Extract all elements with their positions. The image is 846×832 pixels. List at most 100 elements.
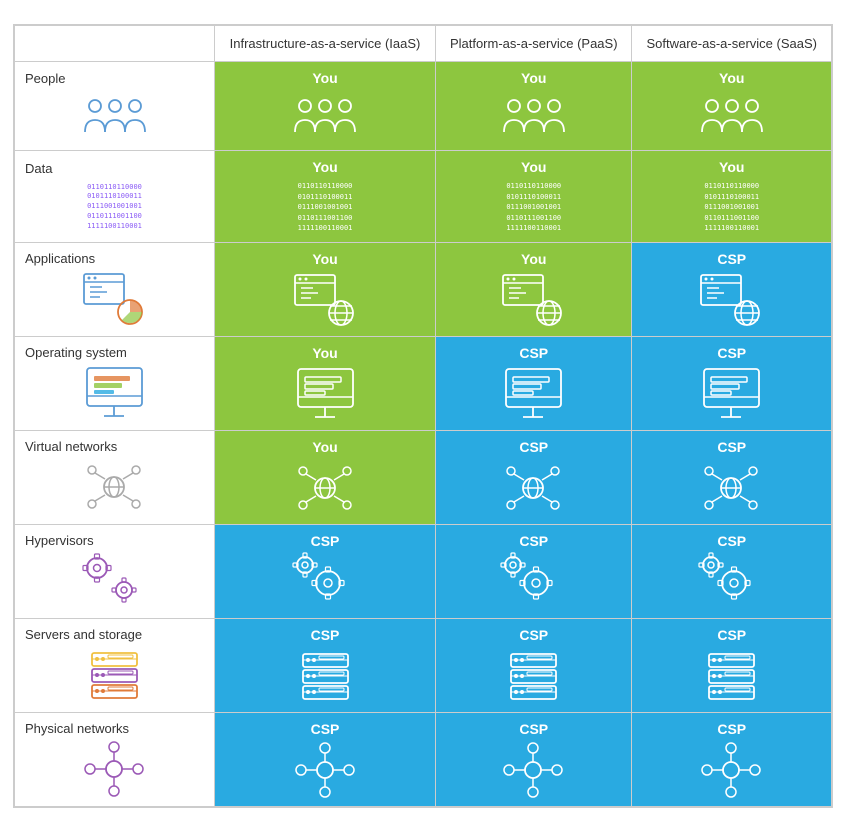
cell-badge: CSP [219, 533, 431, 549]
cell-people-col2: You [632, 62, 832, 151]
cell-icon [440, 461, 627, 516]
cell-badge: CSP [636, 533, 827, 549]
cell-badge: CSP [440, 627, 627, 643]
cell-badge: You [219, 251, 431, 267]
cell-icon [440, 555, 627, 610]
row-label-text: People [25, 71, 204, 86]
comparison-table: Infrastructure-as-a-service (IaaS) Platf… [13, 24, 833, 808]
cell-icon [636, 367, 827, 422]
row-label-people: People [15, 62, 215, 151]
header-saas: Software-as-a-service (SaaS) [632, 26, 832, 62]
cell-badge: CSP [636, 439, 827, 455]
cell-pnet-col2: CSP [632, 712, 832, 806]
cell-vnet-col1: CSP [436, 430, 632, 524]
row-label-icon [25, 366, 204, 421]
cell-icon [219, 461, 431, 516]
row-label-icon [25, 272, 204, 327]
cell-icon [636, 743, 827, 798]
cell-badge: You [219, 159, 431, 175]
header-iaas: Infrastructure-as-a-service (IaaS) [215, 26, 436, 62]
row-label-icon [25, 460, 204, 515]
cell-badge: You [219, 439, 431, 455]
cell-data-col1: You 011011011000001011101000110111001001… [436, 151, 632, 243]
cell-icon [219, 273, 431, 328]
cell-pnet-col0: CSP [215, 712, 436, 806]
cell-os-col1: CSP [436, 336, 632, 430]
cell-badge: CSP [636, 251, 827, 267]
cell-icon [636, 273, 827, 328]
cell-data-col2: You 011011011000001011101000110111001001… [632, 151, 832, 243]
cell-vnet-col0: You [215, 430, 436, 524]
row-label-text: Virtual networks [25, 439, 204, 454]
cell-badge: You [636, 70, 827, 86]
header-row-label [15, 26, 215, 62]
cell-hypervisors-col2: CSP [632, 524, 832, 618]
cell-icon [636, 649, 827, 704]
row-label-text: Operating system [25, 345, 204, 360]
cell-applications-col1: You [436, 242, 632, 336]
row-label-pnet: Physical networks [15, 712, 215, 806]
cell-badge: You [440, 251, 627, 267]
cell-hypervisors-col1: CSP [436, 524, 632, 618]
cell-os-col0: You [215, 336, 436, 430]
cell-badge: You [219, 345, 431, 361]
cell-applications-col0: You [215, 242, 436, 336]
cell-badge: CSP [440, 533, 627, 549]
cell-icon [219, 743, 431, 798]
cell-icon [440, 92, 627, 142]
row-label-icon: 0110110110000010111010001101110010010010… [25, 182, 204, 232]
row-label-icon [25, 554, 204, 609]
cell-icon [440, 743, 627, 798]
cell-icon [636, 555, 827, 610]
cell-badge: You [219, 70, 431, 86]
row-label-text: Hypervisors [25, 533, 204, 548]
cell-icon [219, 367, 431, 422]
row-label-vnet: Virtual networks [15, 430, 215, 524]
row-label-icon [25, 648, 204, 703]
row-label-icon [25, 92, 204, 142]
cell-servers-col2: CSP [632, 618, 832, 712]
cell-badge: CSP [636, 721, 827, 737]
row-label-data: Data 01101101100000101110100011011100100… [15, 151, 215, 243]
cell-badge: CSP [440, 439, 627, 455]
cell-icon [440, 649, 627, 704]
cell-vnet-col2: CSP [632, 430, 832, 524]
row-label-servers: Servers and storage [15, 618, 215, 712]
cell-badge: You [440, 159, 627, 175]
header-paas: Platform-as-a-service (PaaS) [436, 26, 632, 62]
cell-people-col1: You [436, 62, 632, 151]
cell-badge: CSP [440, 345, 627, 361]
cell-pnet-col1: CSP [436, 712, 632, 806]
cell-applications-col2: CSP [632, 242, 832, 336]
cell-os-col2: CSP [632, 336, 832, 430]
cell-badge: CSP [636, 345, 827, 361]
cell-icon [440, 367, 627, 422]
cell-icon [636, 92, 827, 142]
cell-badge: You [636, 159, 827, 175]
cell-badge: CSP [219, 721, 431, 737]
cell-badge: You [440, 70, 627, 86]
cell-badge: CSP [219, 627, 431, 643]
cell-icon [219, 555, 431, 610]
cell-people-col0: You [215, 62, 436, 151]
row-label-os: Operating system [15, 336, 215, 430]
cell-icon: 0110110110000010111010001101110010010010… [636, 181, 827, 234]
cell-icon [219, 649, 431, 704]
row-label-text: Applications [25, 251, 204, 266]
row-label-applications: Applications [15, 242, 215, 336]
cell-servers-col1: CSP [436, 618, 632, 712]
row-label-text: Physical networks [25, 721, 204, 736]
row-label-hypervisors: Hypervisors [15, 524, 215, 618]
cell-icon [219, 92, 431, 142]
cell-badge: CSP [440, 721, 627, 737]
cell-hypervisors-col0: CSP [215, 524, 436, 618]
cell-icon: 0110110110000010111010001101110010010010… [440, 181, 627, 234]
row-label-text: Servers and storage [25, 627, 204, 642]
cell-icon [636, 461, 827, 516]
row-label-text: Data [25, 161, 204, 176]
cell-badge: CSP [636, 627, 827, 643]
cell-icon: 0110110110000010111010001101110010010010… [219, 181, 431, 234]
cell-servers-col0: CSP [215, 618, 436, 712]
row-label-icon [25, 742, 204, 797]
cell-icon [440, 273, 627, 328]
